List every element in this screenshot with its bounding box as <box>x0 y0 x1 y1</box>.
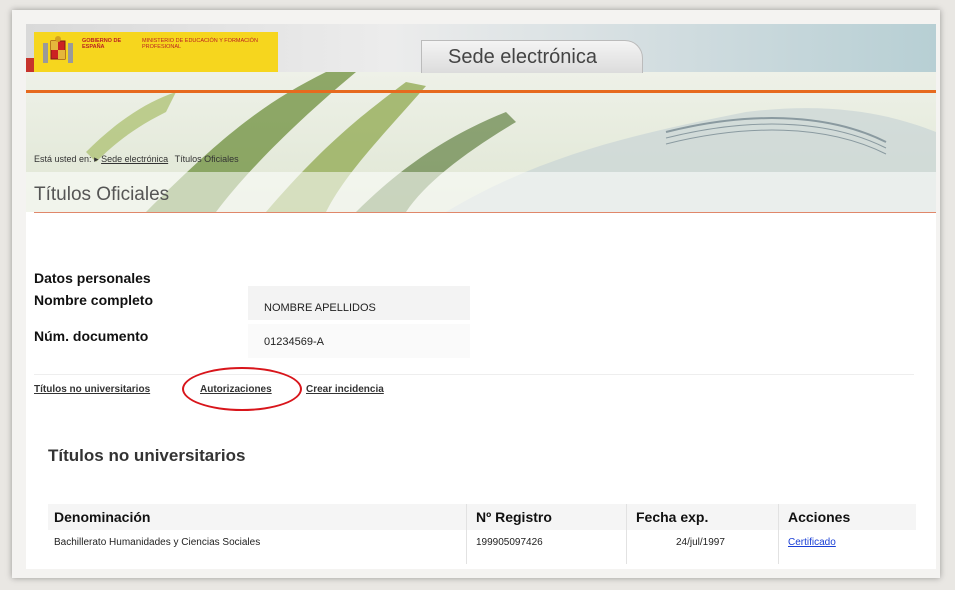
cell-registro: 199905097426 <box>476 537 543 548</box>
tabs-divider <box>34 374 914 375</box>
ministry-name: MINISTERIO DE EDUCACIÓN Y FORMACIÓN PROF… <box>142 38 258 50</box>
th-acciones: Acciones <box>788 509 851 525</box>
th-denominacion: Denominación <box>54 509 151 525</box>
personal-data-heading: Datos personales <box>34 270 151 286</box>
site-title: Sede electrónica <box>448 46 597 68</box>
name-value: NOMBRE APELLIDOS <box>264 302 376 314</box>
breadcrumb-link-sede[interactable]: Sede electrónica <box>101 154 168 164</box>
name-label: Nombre completo <box>34 292 154 308</box>
government-logo[interactable]: GOBIERNO DE ESPAÑA MINISTERIO DE EDUCACI… <box>34 32 278 72</box>
tab-crear-incidencia[interactable]: Crear incidencia <box>306 384 384 395</box>
breadcrumb-current: Títulos Oficiales <box>174 154 239 164</box>
accent-line <box>26 90 936 93</box>
page-title: Títulos Oficiales <box>34 184 170 205</box>
breadcrumb: Está usted en: ▸ Sede electrónica Título… <box>34 154 239 165</box>
titles-section-heading: Títulos no universitarios <box>48 446 246 465</box>
th-registro: Nº Registro <box>476 509 552 525</box>
title-divider <box>34 212 936 213</box>
cell-fecha: 24/jul/1997 <box>676 537 725 548</box>
gov-name: GOBIERNO DE ESPAÑA <box>82 38 122 50</box>
doc-label: Núm. documento <box>34 328 149 344</box>
page: GOBIERNO DE ESPAÑA MINISTERIO DE EDUCACI… <box>26 24 936 569</box>
tab-titulos-no-universitarios[interactable]: Títulos no universitarios <box>34 384 150 395</box>
flag-strip <box>26 58 34 72</box>
certificado-link[interactable]: Certificado <box>788 537 836 548</box>
th-fecha: Fecha exp. <box>636 509 709 525</box>
breadcrumb-prefix: Está usted en: <box>34 154 92 164</box>
cell-accion: Certificado <box>788 537 836 548</box>
column-divider <box>626 504 627 564</box>
column-divider <box>466 504 467 564</box>
cell-denominacion: Bachillerato Humanidades y Ciencias Soci… <box>54 537 261 548</box>
doc-value: 01234569-A <box>264 336 324 348</box>
highlight-circle <box>182 367 302 411</box>
coat-of-arms-icon <box>43 36 73 63</box>
column-divider <box>778 504 779 564</box>
